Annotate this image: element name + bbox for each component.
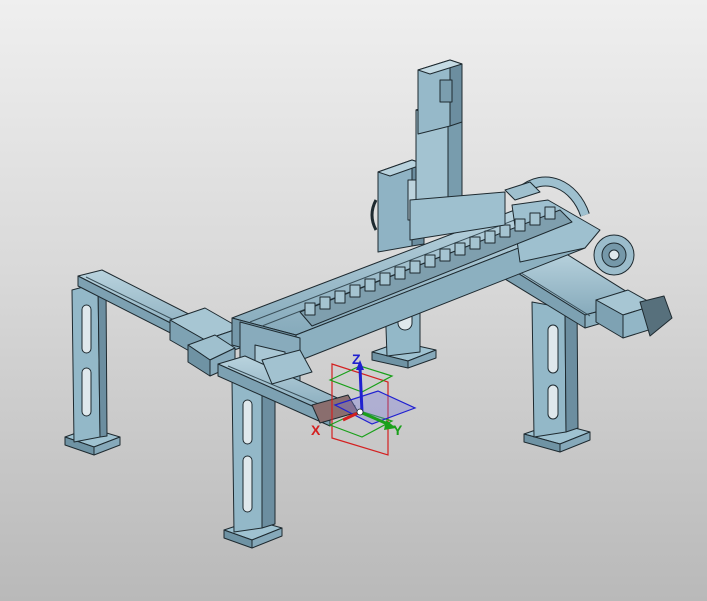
coordinate-triad-icon[interactable] (328, 360, 417, 456)
left-rear-leg[interactable] (64, 282, 121, 456)
gantry-model[interactable] (0, 0, 707, 601)
3d-viewport[interactable]: X Y Z (0, 0, 707, 601)
front-leg[interactable] (223, 379, 283, 549)
z-axis-column[interactable] (370, 59, 506, 253)
